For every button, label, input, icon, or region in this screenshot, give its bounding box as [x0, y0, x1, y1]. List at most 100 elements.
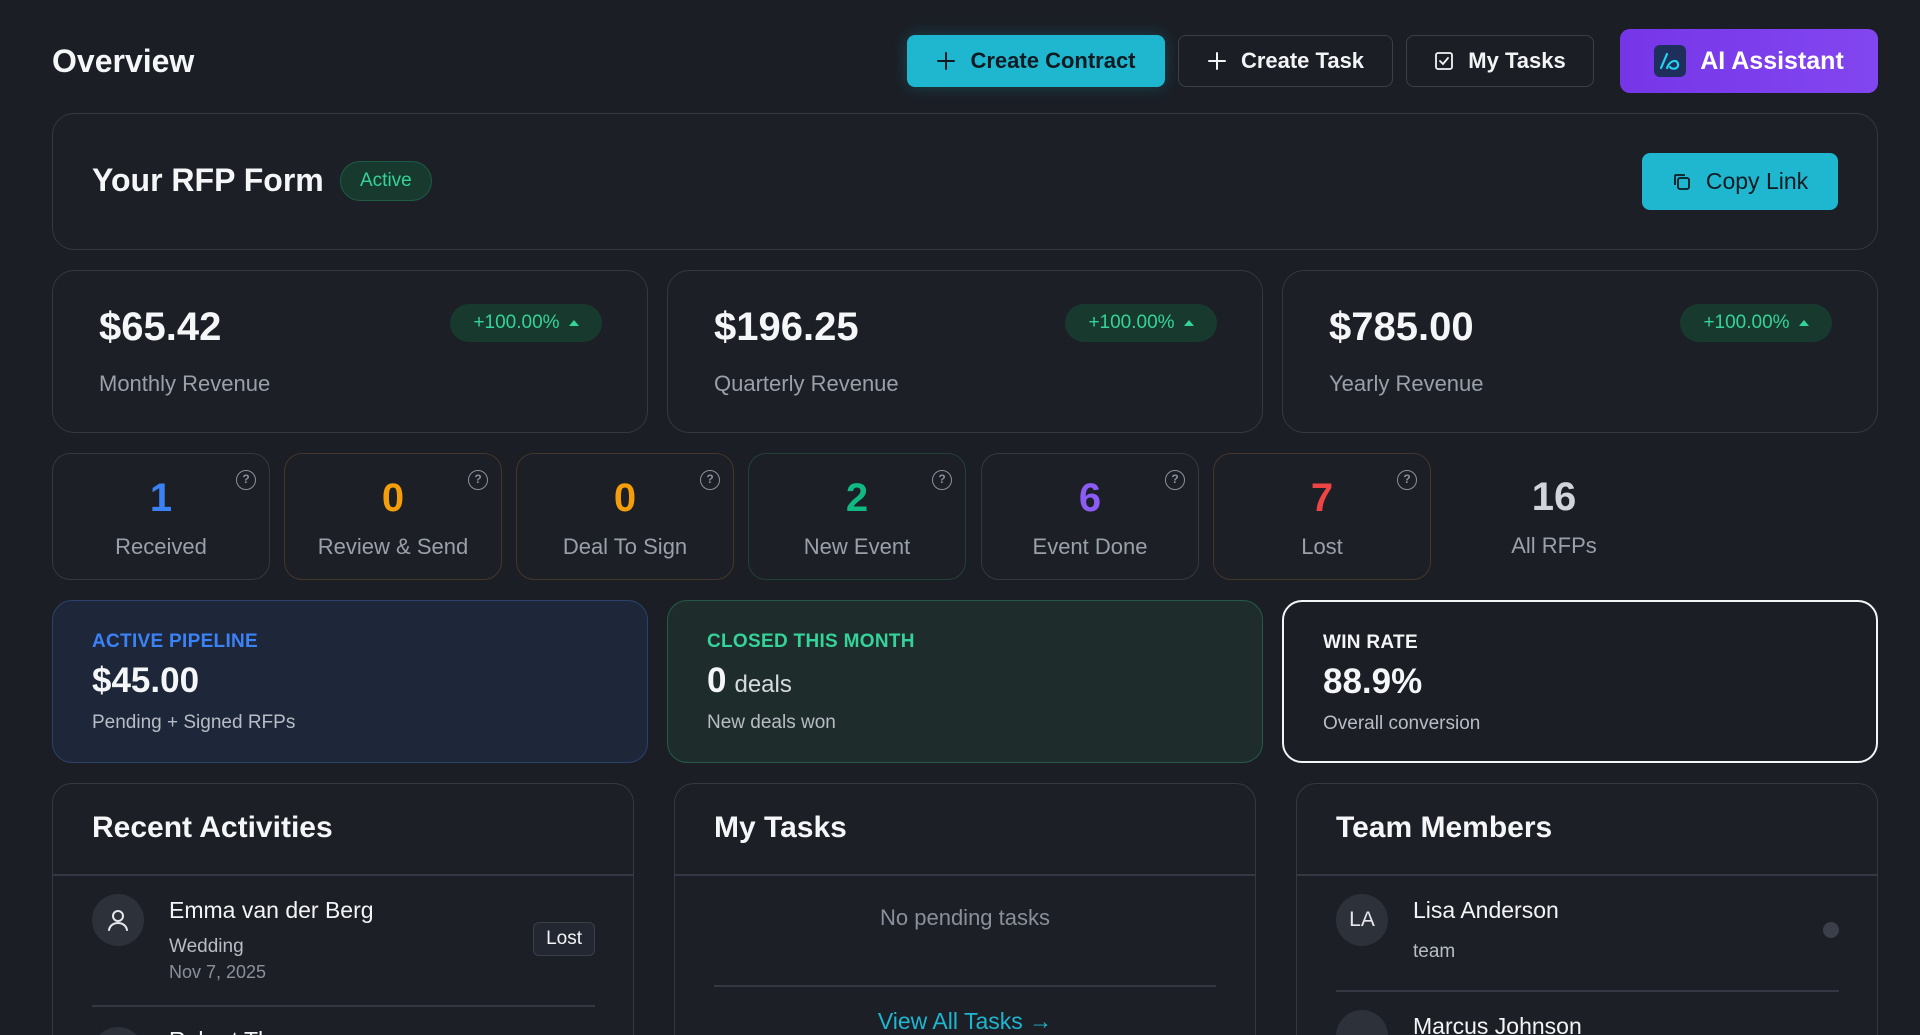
card-subtitle: Overall conversion: [1323, 713, 1481, 734]
status-badge: Active: [340, 161, 432, 201]
closed-this-month-card: CLOSED THIS MONTH 0 deals New deals won: [667, 600, 1263, 763]
win-rate-card: WIN RATE 88.9% Overall conversion: [1282, 600, 1878, 763]
create-contract-label: Create Contract: [970, 48, 1136, 73]
avatar: MJ: [1336, 1010, 1388, 1035]
tile-event-done[interactable]: 6 Event Done ?: [981, 453, 1199, 580]
ai-assistant-label: AI Assistant: [1700, 46, 1844, 75]
revenue-amount: $785.00: [1329, 305, 1474, 349]
card-value: 88.9%: [1323, 662, 1423, 701]
revenue-label: Monthly Revenue: [99, 371, 271, 396]
recent-activities-panel: Recent Activities Emma van der Berg Wedd…: [52, 783, 634, 1035]
divider: [675, 874, 1255, 876]
my-tasks-panel: My Tasks No pending tasks View All Tasks…: [674, 783, 1256, 1035]
tile-new-event[interactable]: 2 New Event ?: [748, 453, 966, 580]
panel-title: My Tasks: [714, 811, 847, 844]
ai-assistant-button[interactable]: AI Assistant: [1620, 29, 1878, 93]
tile-label: Deal To Sign: [562, 534, 688, 559]
card-value: 0 deals: [707, 661, 792, 701]
help-icon[interactable]: ?: [236, 470, 256, 490]
quarterly-revenue-card: $196.25 Quarterly Revenue +100.00%: [667, 270, 1263, 433]
empty-state-text: No pending tasks: [880, 905, 1050, 930]
divider: [53, 874, 633, 876]
rfp-form-card: Your RFP Form Active Copy Link: [52, 113, 1878, 250]
member-name[interactable]: Marcus Johnson: [1413, 1013, 1582, 1035]
yearly-revenue-card: $785.00 Yearly Revenue +100.00%: [1282, 270, 1878, 433]
divider: [1336, 990, 1839, 992]
tile-label: Received: [115, 534, 207, 559]
help-icon[interactable]: ?: [1165, 470, 1185, 490]
copy-link-button[interactable]: Copy Link: [1642, 153, 1838, 210]
copy-icon: [1672, 172, 1692, 192]
tile-count: 16: [1531, 475, 1577, 519]
team-members-panel: Team Members LA Lisa Anderson team MJ Ma…: [1296, 783, 1878, 1035]
activity-name[interactable]: Emma van der Berg: [169, 897, 374, 924]
revenue-change-badge: +100.00%: [1680, 304, 1832, 342]
member-name[interactable]: Lisa Anderson: [1413, 897, 1559, 924]
active-pipeline-card: ACTIVE PIPELINE $45.00 Pending + Signed …: [52, 600, 648, 763]
arrow-up-icon: [1798, 320, 1809, 326]
create-task-button[interactable]: Create Task: [1178, 35, 1393, 87]
arrow-up-icon: [568, 320, 579, 326]
tile-received[interactable]: 1 Received ?: [52, 453, 270, 580]
help-icon[interactable]: ?: [468, 470, 488, 490]
divider: [92, 1005, 595, 1007]
revenue-change-badge: +100.00%: [1065, 304, 1217, 342]
arrow-up-icon: [1183, 320, 1194, 326]
revenue-change-value: +100.00%: [473, 312, 560, 333]
page-title: Overview: [52, 42, 195, 79]
divider: [714, 985, 1216, 987]
create-task-label: Create Task: [1240, 48, 1365, 73]
help-icon[interactable]: ?: [932, 470, 952, 490]
member-role: team: [1413, 941, 1456, 962]
status-dot-icon: [1823, 922, 1839, 938]
card-kicker: WIN RATE: [1323, 632, 1418, 653]
my-tasks-label: My Tasks: [1468, 48, 1566, 73]
help-icon[interactable]: ?: [1397, 470, 1417, 490]
my-tasks-button[interactable]: My Tasks: [1406, 35, 1594, 87]
card-kicker: ACTIVE PIPELINE: [92, 631, 259, 652]
tile-label: Lost: [1301, 534, 1343, 559]
user-icon: [92, 894, 144, 946]
revenue-amount: $196.25: [714, 305, 859, 349]
create-contract-button[interactable]: Create Contract: [907, 35, 1165, 87]
tile-label: Review & Send: [317, 534, 469, 559]
top-header: Overview Create Contract Create Task My …: [52, 28, 1878, 94]
view-all-tasks-link[interactable]: View All Tasks →: [675, 1008, 1255, 1035]
revenue-amount: $65.42: [99, 305, 222, 349]
card-kicker: CLOSED THIS MONTH: [707, 631, 915, 652]
card-value: $45.00: [92, 661, 200, 700]
tile-label: All RFPs: [1511, 533, 1597, 558]
revenue-label: Quarterly Revenue: [714, 371, 899, 396]
tile-review-send[interactable]: 0 Review & Send ?: [284, 453, 502, 580]
revenue-label: Yearly Revenue: [1329, 371, 1484, 396]
revenue-change-value: +100.00%: [1703, 312, 1790, 333]
monthly-revenue-card: $65.42 Monthly Revenue +100.00%: [52, 270, 648, 433]
rfp-form-title: Your RFP Form: [92, 162, 324, 198]
divider: [1297, 874, 1877, 876]
plus-icon: [936, 51, 956, 71]
deals-suffix: deals: [734, 671, 792, 698]
tile-lost[interactable]: 7 Lost ?: [1213, 453, 1431, 580]
tile-deal-to-sign[interactable]: 0 Deal To Sign ?: [516, 453, 734, 580]
revenue-change-badge: +100.00%: [450, 304, 602, 342]
card-subtitle: New deals won: [707, 712, 836, 733]
copy-link-label: Copy Link: [1705, 168, 1809, 194]
panel-title: Recent Activities: [92, 811, 333, 844]
help-icon[interactable]: ?: [700, 470, 720, 490]
activity-type: Wedding: [169, 936, 244, 957]
deals-count: 0: [707, 661, 727, 700]
panel-title: Team Members: [1336, 811, 1553, 844]
checkbox-icon: [1434, 51, 1454, 71]
tile-all-rfps[interactable]: 16 All RFPs: [1445, 453, 1663, 580]
tile-label: Event Done: [1032, 534, 1148, 559]
revenue-change-value: +100.00%: [1088, 312, 1175, 333]
status-badge: Lost: [533, 922, 595, 956]
activity-date: Nov 7, 2025: [169, 962, 267, 982]
card-subtitle: Pending + Signed RFPs: [92, 712, 296, 733]
tile-label: New Event: [803, 534, 911, 559]
activity-name[interactable]: Robert Thompson: [169, 1027, 353, 1035]
plus-icon: [1207, 51, 1227, 71]
ai-logo-icon: [1654, 45, 1687, 77]
user-icon: [92, 1027, 144, 1035]
avatar: LA: [1336, 894, 1388, 946]
